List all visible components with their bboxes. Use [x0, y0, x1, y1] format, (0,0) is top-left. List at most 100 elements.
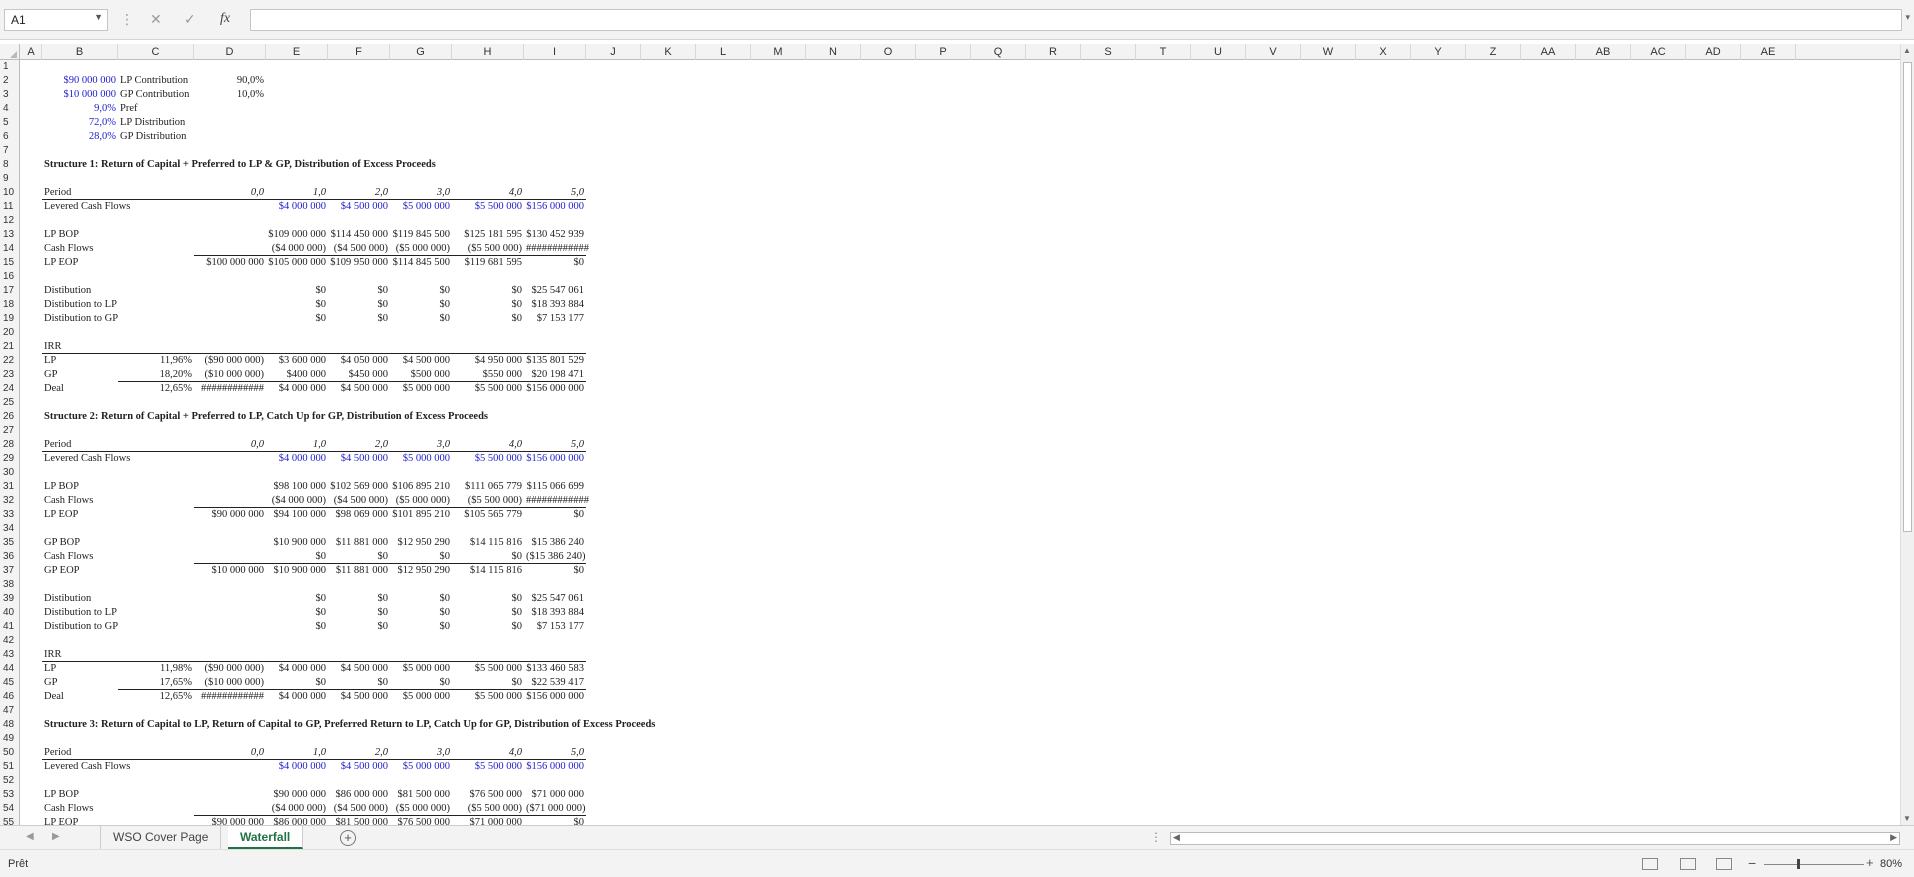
row-header[interactable]: 21 — [0, 340, 19, 354]
row-header[interactable]: 12 — [0, 214, 19, 228]
cell[interactable]: ($90 000 000) — [196, 354, 265, 368]
row-header[interactable]: 31 — [0, 480, 19, 494]
cell[interactable]: ($15 386 240) — [526, 550, 586, 564]
cell[interactable]: 3,0 — [392, 186, 450, 200]
cell[interactable]: ($4 000 000) — [268, 494, 326, 508]
row-header[interactable]: 41 — [0, 620, 19, 634]
cell[interactable]: $4 000 000 — [268, 382, 326, 396]
cell[interactable]: GP — [44, 676, 57, 690]
cell[interactable]: Distibution to GP — [44, 620, 118, 634]
zoom-level[interactable]: 80% — [1880, 858, 1902, 870]
row-header[interactable]: 22 — [0, 354, 19, 368]
cell[interactable]: $4 500 000 — [330, 690, 388, 704]
cell[interactable]: $0 — [330, 312, 389, 326]
cell[interactable]: $106 895 210 — [392, 480, 450, 494]
cell[interactable]: Structure 3: Return of Capital to LP, Re… — [44, 718, 655, 732]
prev-sheet-icon[interactable]: ◀ — [26, 831, 34, 842]
cell[interactable]: $450 000 — [330, 368, 388, 382]
cell[interactable]: $18 393 884 — [526, 298, 585, 312]
cell[interactable]: $12 950 290 — [392, 564, 451, 578]
scroll-right-icon[interactable]: ▶ — [1890, 832, 1897, 843]
cell[interactable]: $115 066 699 — [526, 480, 584, 494]
cell[interactable]: $0 — [268, 298, 327, 312]
cell[interactable]: $125 181 595 — [454, 228, 522, 242]
formula-input[interactable] — [250, 9, 1902, 31]
column-header[interactable]: K — [641, 44, 696, 60]
cell[interactable]: $14 115 816 — [454, 564, 522, 578]
cell[interactable]: ($90 000 000) — [196, 662, 265, 676]
cell[interactable]: 10,0% — [196, 88, 264, 102]
cell[interactable]: $0 — [392, 312, 451, 326]
column-header[interactable]: AC — [1631, 44, 1686, 60]
zoom-out-icon[interactable]: − — [1748, 855, 1756, 871]
column-header[interactable]: X — [1356, 44, 1411, 60]
cell[interactable]: $4 500 000 — [330, 662, 388, 676]
cell[interactable]: IRR — [44, 340, 62, 354]
cell[interactable]: Distibution — [44, 284, 91, 298]
column-header[interactable]: AA — [1521, 44, 1576, 60]
cell[interactable]: 2,0 — [330, 438, 388, 452]
cell[interactable]: $10 000 000 — [44, 88, 117, 102]
cell[interactable]: ($4 500 000) — [330, 802, 388, 816]
cell[interactable]: $0 — [330, 284, 389, 298]
column-header[interactable]: G — [390, 44, 452, 60]
cell[interactable]: $0 — [330, 298, 389, 312]
cell[interactable]: $119 681 595 — [454, 256, 522, 270]
cell[interactable]: $4 000 000 — [268, 200, 326, 214]
column-header[interactable]: C — [118, 44, 194, 60]
column-header[interactable]: J — [586, 44, 641, 60]
cell[interactable]: $0 — [526, 564, 585, 578]
row-header[interactable]: 6 — [0, 130, 19, 144]
cell[interactable]: $25 547 061 — [526, 284, 585, 298]
zoom-in-icon[interactable]: + — [1866, 855, 1874, 870]
name-box[interactable]: A1 ▼ — [4, 9, 108, 31]
cell[interactable]: $0 — [392, 606, 451, 620]
cell[interactable]: $98 100 000 — [268, 480, 327, 494]
row-header[interactable]: 27 — [0, 424, 19, 438]
cell[interactable]: $4 000 000 — [268, 690, 326, 704]
cell[interactable]: $0 — [392, 676, 451, 690]
cell[interactable]: $22 539 417 — [526, 676, 585, 690]
cell[interactable]: LP Contribution — [120, 74, 188, 88]
cell[interactable]: $114 845 500 — [392, 256, 450, 270]
row-header[interactable]: 52 — [0, 774, 19, 788]
cell[interactable]: $102 569 000 — [330, 480, 388, 494]
cell[interactable]: Distibution to GP — [44, 312, 118, 326]
cell[interactable]: $105 565 779 — [454, 508, 522, 522]
check-icon[interactable]: ✓ — [184, 11, 196, 28]
row-header[interactable]: 11 — [0, 200, 19, 214]
column-header[interactable]: B — [42, 44, 118, 60]
cell[interactable]: $0 — [330, 620, 389, 634]
column-header[interactable]: N — [806, 44, 861, 60]
column-header[interactable]: R — [1026, 44, 1081, 60]
cell[interactable]: 3,0 — [392, 746, 450, 760]
cell[interactable]: ($5 500 000) — [454, 802, 522, 816]
cell[interactable]: ($10 000 000) — [196, 676, 265, 690]
zoom-slider-thumb[interactable] — [1797, 859, 1800, 869]
cell[interactable]: ($5 000 000) — [392, 242, 450, 256]
cell[interactable]: 4,0 — [454, 438, 522, 452]
cell[interactable]: Period — [44, 438, 71, 452]
row-header[interactable]: 23 — [0, 368, 19, 382]
column-header[interactable]: E — [266, 44, 328, 60]
row-header[interactable]: 29 — [0, 452, 19, 466]
cell[interactable]: $0 — [330, 592, 389, 606]
select-all-corner[interactable] — [0, 44, 20, 60]
cell[interactable]: $90 000 000 — [44, 74, 117, 88]
row-header[interactable]: 49 — [0, 732, 19, 746]
cell[interactable]: $90 000 000 — [268, 788, 327, 802]
cell[interactable]: $105 000 000 — [268, 256, 326, 270]
cell[interactable]: $4 500 000 — [330, 452, 388, 466]
cell[interactable]: $156 000 000 — [526, 690, 584, 704]
cell[interactable]: Deal — [44, 690, 64, 704]
cell[interactable]: $5 500 000 — [454, 200, 522, 214]
row-header[interactable]: 16 — [0, 270, 19, 284]
row-header[interactable]: 47 — [0, 704, 19, 718]
page-layout-view-icon[interactable] — [1680, 858, 1696, 870]
cell[interactable]: $5 000 000 — [392, 690, 450, 704]
vertical-scroll-thumb[interactable] — [1903, 62, 1912, 532]
row-header[interactable]: 45 — [0, 676, 19, 690]
cell[interactable]: $0 — [454, 592, 523, 606]
cell[interactable]: $5 000 000 — [392, 760, 450, 774]
cell[interactable]: 18,20% — [120, 368, 192, 382]
